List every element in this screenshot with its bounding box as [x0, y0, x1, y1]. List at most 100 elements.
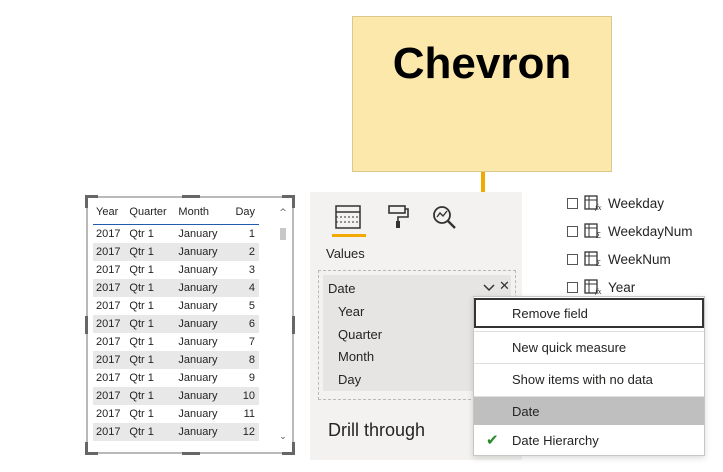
fields-pane: fx Weekday Σ WeekdayNum Σ WeekNum fx Yea…	[530, 190, 723, 300]
svg-text:Σ: Σ	[596, 259, 601, 267]
subfield-month[interactable]: Month	[338, 349, 374, 364]
table-row[interactable]: 2017 Qtr 1 January 1	[93, 225, 259, 244]
table-row[interactable]: 2017 Qtr 1 January 12	[93, 423, 259, 441]
table-cell: Qtr 1	[126, 315, 176, 333]
column-header-day[interactable]: Day	[226, 206, 259, 225]
field-item-weekdaynum[interactable]: Σ WeekdayNum	[567, 220, 693, 242]
table-scrollbar[interactable]: ^ ⌄	[278, 208, 288, 442]
table-cell: 5	[248, 300, 255, 312]
subfield-quarter[interactable]: Quarter	[338, 327, 382, 342]
table-cell: Qtr 1	[126, 243, 176, 261]
table-row[interactable]: 2017 Qtr 1 January 6	[93, 315, 259, 333]
table-cell: 2017	[96, 228, 121, 240]
chevron-down-icon[interactable]	[483, 281, 495, 295]
table-cell: Qtr 1	[129, 264, 154, 276]
table-cell: Qtr 1	[129, 300, 154, 312]
table-row[interactable]: 2017 Qtr 1 January 7	[93, 333, 259, 351]
resize-handle-right[interactable]	[292, 316, 295, 334]
table-row[interactable]: 2017 Qtr 1 January 8	[93, 351, 259, 369]
table-cell: Qtr 1	[126, 423, 176, 441]
menu-item-label: New quick measure	[512, 339, 627, 355]
field-item-label: Year	[608, 279, 636, 295]
table-row[interactable]: 2017 Qtr 1 January 9	[93, 369, 259, 387]
table-cell: January	[178, 300, 218, 312]
table-cell: January	[178, 228, 218, 240]
analytics-magnifier-icon[interactable]	[426, 200, 462, 234]
table-cell: 11	[243, 408, 255, 420]
table-row[interactable]: 2017 Qtr 1 January 2	[93, 243, 259, 261]
table-cell: Qtr 1	[129, 336, 154, 348]
table-header-row: Year Quarter Month Day	[93, 206, 259, 225]
table-cell: 2017	[93, 423, 127, 441]
field-item-weeknum[interactable]: Σ WeekNum	[567, 248, 671, 270]
table-cell: January	[175, 387, 227, 405]
fields-tab-icon[interactable]	[330, 200, 366, 234]
resize-handle-bottom[interactable]	[182, 452, 200, 455]
field-item-label: WeekNum	[608, 251, 671, 267]
table-cell: 7	[248, 336, 255, 348]
table-cell: January	[178, 372, 218, 384]
table-cell: Qtr 1	[129, 372, 154, 384]
field-item-label: Weekday	[608, 195, 665, 211]
values-well-label: Values	[326, 246, 365, 261]
resize-handle-top[interactable]	[182, 195, 200, 198]
table-cell: 12	[226, 423, 259, 441]
resize-handle-top-right[interactable]	[282, 195, 295, 208]
table-cell: 9	[248, 372, 255, 384]
table-row[interactable]: 2017 Qtr 1 January 11	[93, 405, 259, 423]
menu-item-show-items-no-data[interactable]: Show items with no data	[474, 364, 704, 394]
table-cell: 1	[248, 228, 255, 240]
scroll-up-icon[interactable]: ^	[278, 208, 288, 218]
table-cell: 2017	[93, 243, 127, 261]
menu-item-remove-field[interactable]: Remove field	[474, 298, 704, 328]
column-header-month[interactable]: Month	[175, 206, 227, 225]
resize-handle-bottom-right[interactable]	[282, 442, 295, 455]
table-cell: January	[175, 351, 227, 369]
table-cell: 2017	[93, 315, 127, 333]
table-row[interactable]: 2017 Qtr 1 January 3	[93, 261, 259, 279]
table-cell: Qtr 1	[126, 387, 176, 405]
table-row[interactable]: 2017 Qtr 1 January 10	[93, 387, 259, 405]
menu-item-label: Date Hierarchy	[512, 432, 599, 448]
table-cell: 4	[226, 279, 259, 297]
data-table: Year Quarter Month Day 2017 Qtr 1 January 1…	[93, 206, 259, 441]
field-item-label: WeekdayNum	[608, 223, 693, 239]
field-item-weekday[interactable]: fx Weekday	[567, 192, 664, 214]
table-cell: Qtr 1	[126, 351, 176, 369]
table-cell: January	[178, 408, 218, 420]
table-cell: January	[178, 336, 218, 348]
checkbox[interactable]	[567, 253, 578, 265]
menu-item-date-hierarchy[interactable]: ✔ Date Hierarchy	[474, 425, 704, 455]
resize-handle-left[interactable]	[85, 316, 88, 334]
menu-item-new-quick-measure[interactable]: New quick measure	[474, 332, 704, 362]
sigma-column-icon: Σ	[584, 251, 601, 267]
calculated-column-icon: fx	[584, 195, 602, 211]
field-item-year[interactable]: fx Year	[567, 276, 635, 298]
table-cell: 10	[226, 387, 259, 405]
column-header-quarter[interactable]: Quarter	[126, 206, 176, 225]
table-cell: Qtr 1	[129, 228, 154, 240]
subfield-day[interactable]: Day	[338, 372, 361, 387]
scroll-down-icon[interactable]: ⌄	[278, 432, 288, 442]
table-visual[interactable]: Year Quarter Month Day 2017 Qtr 1 January 1…	[85, 195, 295, 455]
menu-item-label: Show items with no data	[512, 371, 653, 387]
scroll-thumb[interactable]	[280, 228, 286, 240]
close-icon[interactable]: ✕	[499, 279, 510, 294]
checkbox[interactable]	[567, 197, 578, 209]
field-context-menu: Remove field New quick measure Show item…	[473, 296, 705, 456]
svg-text:fx: fx	[594, 288, 602, 295]
menu-item-date[interactable]: Date	[474, 397, 704, 425]
column-header-year[interactable]: Year	[93, 206, 127, 225]
resize-handle-bottom-left[interactable]	[85, 442, 98, 455]
format-paint-roller-icon[interactable]	[380, 200, 416, 234]
callout-label: Chevron	[392, 39, 572, 88]
subfield-year[interactable]: Year	[338, 304, 364, 319]
table-cell: 2017	[93, 387, 127, 405]
menu-item-label: Remove field	[512, 305, 588, 321]
table-row[interactable]: 2017 Qtr 1 January 4	[93, 279, 259, 297]
table-cell: 2017	[93, 279, 127, 297]
drill-through-heading: Drill through	[328, 420, 426, 440]
checkbox[interactable]	[567, 225, 578, 237]
table-row[interactable]: 2017 Qtr 1 January 5	[93, 297, 259, 315]
checkbox[interactable]	[567, 281, 578, 293]
